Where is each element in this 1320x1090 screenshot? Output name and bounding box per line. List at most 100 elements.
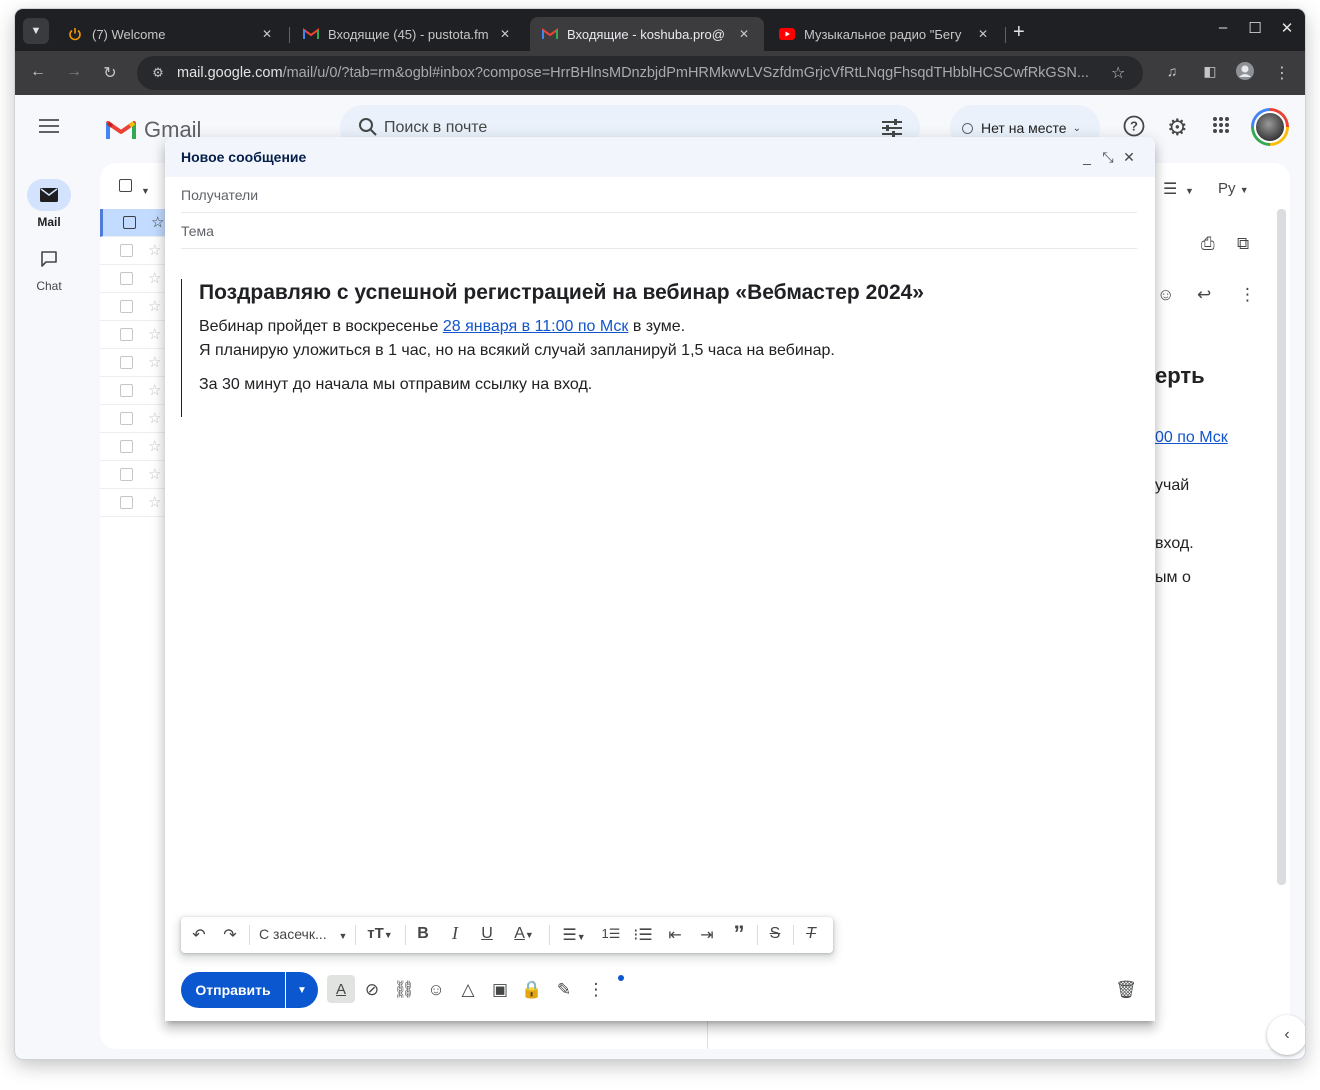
close-window-icon[interactable]: ✕ (1277, 19, 1297, 37)
open-new-window-icon[interactable]: ⧉ (1237, 234, 1249, 254)
signature-pen-icon[interactable]: ✎ (553, 980, 575, 1000)
star-icon[interactable]: ☆ (148, 269, 161, 287)
underline-icon[interactable]: U (477, 925, 497, 943)
side-panel-toggle[interactable]: ‹ (1267, 1015, 1305, 1055)
formatting-options-icon[interactable]: A (327, 975, 355, 1003)
close-icon[interactable]: ✕ (259, 27, 275, 41)
more-actions-icon[interactable]: ⋮ (1239, 285, 1256, 305)
font-size-icon[interactable]: тT▼ (363, 925, 397, 942)
numbered-list-icon[interactable]: 1☰ (601, 926, 621, 942)
tab-inbox-pustota[interactable]: Входящие (45) - pustota.fm ✕ (291, 17, 525, 51)
more-options-icon[interactable]: ⋮ (585, 980, 607, 1000)
rail-item-mail[interactable]: Mail (25, 179, 73, 229)
subject-input[interactable] (181, 222, 1137, 239)
exit-fullscreen-icon[interactable]: ⤡ (1098, 149, 1118, 166)
reply-icon[interactable]: ↩ (1197, 285, 1211, 305)
reload-icon[interactable]: ↻ (99, 63, 121, 83)
undo-icon[interactable]: ↶ (189, 925, 209, 945)
close-icon[interactable]: ✕ (975, 27, 991, 41)
row-checkbox[interactable] (120, 300, 133, 313)
message-body[interactable]: Поздравляю с успешной регистрацией на ве… (181, 279, 1121, 417)
reading-link-fragment[interactable]: 00 по Мск (1155, 429, 1228, 447)
star-icon[interactable]: ☆ (148, 297, 161, 315)
maximize-window-icon[interactable]: ☐ (1245, 19, 1265, 37)
close-icon[interactable]: ✕ (497, 27, 513, 41)
star-icon[interactable]: ☆ (151, 213, 164, 231)
tab-search-button[interactable]: ▼ (23, 18, 49, 44)
address-bar[interactable]: ⚙ mail.google.com/mail/u/0/?tab=rm&ogbl#… (137, 56, 1143, 90)
discard-draft-trash-icon[interactable]: 🗑 (1115, 980, 1137, 1000)
insert-link-icon[interactable]: ⛓ (393, 980, 415, 1000)
insert-photo-icon[interactable]: ▣ (489, 980, 511, 1000)
forward-icon[interactable]: → (63, 63, 85, 81)
tab-youtube-radio[interactable]: Музыкальное радио "Бегу ✕ (767, 17, 1003, 51)
tab-inbox-koshuba[interactable]: Входящие - koshuba.pro@ ✕ (530, 17, 764, 51)
strikethrough-icon[interactable]: S (765, 925, 785, 943)
remove-formatting-icon[interactable]: T (801, 925, 821, 943)
star-icon[interactable]: ☆ (148, 437, 161, 455)
row-checkbox[interactable] (120, 496, 133, 509)
attach-file-icon[interactable]: ⊘ (361, 980, 383, 1000)
insert-emoji-icon[interactable]: ☺ (425, 980, 447, 1000)
chevron-down-icon[interactable]: ▼ (141, 186, 150, 196)
browser-menu-icon[interactable]: ⋮ (1271, 63, 1293, 83)
density-list-icon[interactable]: ☰ (1163, 179, 1177, 199)
tab-welcome[interactable]: (7) Welcome ✕ (55, 17, 287, 51)
quote-icon[interactable]: ” (729, 921, 749, 947)
indent-less-icon[interactable]: ⇤ (665, 925, 685, 945)
body-date-link[interactable]: 28 января в 11:00 по Мск (443, 318, 629, 335)
account-avatar[interactable] (1251, 108, 1289, 146)
row-checkbox[interactable] (120, 356, 133, 369)
compose-header[interactable]: Новое сообщение _ ⤡ ✕ (165, 137, 1155, 177)
row-checkbox[interactable] (120, 412, 133, 425)
reading-pane-scrollbar[interactable] (1277, 209, 1286, 885)
settings-gear-icon[interactable]: ⚙ (1167, 114, 1188, 141)
star-icon[interactable]: ☆ (148, 465, 161, 483)
star-icon[interactable]: ☆ (148, 381, 161, 399)
italic-icon[interactable]: I (445, 923, 465, 944)
minimize-icon[interactable]: _ (1077, 149, 1097, 165)
send-button[interactable]: Отправить (181, 972, 285, 1008)
redo-icon[interactable]: ↷ (220, 925, 240, 945)
star-icon[interactable]: ☆ (148, 493, 161, 511)
row-checkbox[interactable] (120, 272, 133, 285)
minimize-window-icon[interactable]: – (1213, 19, 1233, 36)
apps-grid-icon[interactable] (1212, 116, 1230, 140)
site-settings-icon[interactable]: ⚙ (149, 65, 167, 81)
side-panel-icon[interactable]: ◧ (1199, 63, 1221, 80)
recipients-input[interactable] (181, 186, 1137, 203)
print-icon[interactable]: ⎙ (1201, 234, 1215, 254)
font-family-select[interactable]: С засечк... ▼ (259, 926, 347, 942)
back-icon[interactable]: ← (27, 63, 49, 81)
new-tab-icon[interactable]: + (1013, 21, 1025, 44)
main-menu-icon[interactable] (39, 119, 59, 137)
row-checkbox[interactable] (120, 468, 133, 481)
row-checkbox[interactable] (120, 328, 133, 341)
star-icon[interactable]: ☆ (148, 353, 161, 371)
row-checkbox[interactable] (120, 384, 133, 397)
close-icon[interactable]: ✕ (1119, 149, 1139, 166)
emoji-react-icon[interactable]: ☺ (1157, 285, 1174, 305)
bookmark-star-icon[interactable]: ☆ (1111, 63, 1133, 83)
confidential-mode-icon[interactable]: 🔒 (521, 980, 543, 1000)
search-placeholder[interactable]: Поиск в почте (384, 119, 487, 137)
recipients-field[interactable] (181, 177, 1137, 213)
star-icon[interactable]: ☆ (148, 409, 161, 427)
row-checkbox[interactable] (120, 440, 133, 453)
star-icon[interactable]: ☆ (148, 241, 161, 259)
row-checkbox[interactable] (120, 244, 133, 257)
bold-icon[interactable]: B (413, 925, 433, 943)
row-checkbox[interactable] (123, 216, 136, 229)
rail-item-chat[interactable]: Chat (25, 243, 73, 293)
bulleted-list-icon[interactable]: ⁝☰ (633, 925, 653, 945)
google-drive-icon[interactable]: △ (457, 980, 479, 1000)
indent-more-icon[interactable]: ⇥ (697, 925, 717, 945)
subject-field[interactable] (181, 213, 1137, 249)
align-icon[interactable]: ☰▼ (557, 925, 591, 945)
profile-icon[interactable] (1234, 61, 1256, 86)
close-icon[interactable]: ✕ (736, 27, 752, 41)
address-url[interactable]: mail.google.com/mail/u/0/?tab=rm&ogbl#in… (177, 65, 1111, 81)
chevron-down-icon[interactable]: ▼ (1185, 186, 1194, 196)
text-color-icon[interactable]: A▼ (507, 925, 541, 943)
select-all-checkbox[interactable] (119, 179, 132, 192)
